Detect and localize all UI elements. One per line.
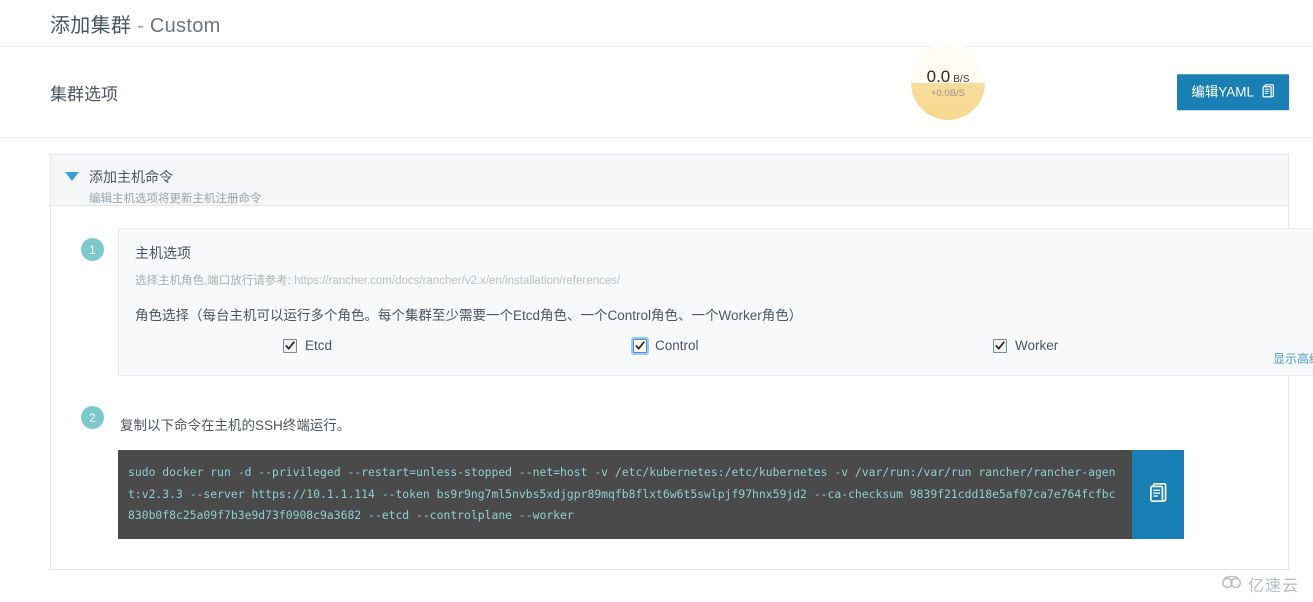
section-bar: 集群选项 编辑YAML [0, 47, 1313, 138]
step-1: 1 主机选项 选择主机角色,端口放行请参考: https://rancher.c… [81, 228, 1313, 376]
host-options-note-prefix: 选择主机角色,端口放行请参考: [135, 275, 295, 287]
accordion-body: 1 主机选项 选择主机角色,端口放行请参考: https://rancher.c… [51, 206, 1313, 569]
clipboard-icon [1262, 83, 1275, 101]
page-header: 添加集群 - Custom [0, 0, 1313, 47]
page-title-main: 添加集群 [50, 14, 132, 37]
command-instruction: 复制以下命令在主机的SSH终端运行。 [120, 418, 351, 433]
watermark: 亿速云 [1221, 572, 1299, 596]
add-host-command-accordion: 添加主机命令 编辑主机选项将更新主机注册命令 1 主机选项 选择主机角色,端口放… [50, 154, 1313, 570]
rancher-docs-link[interactable]: https://rancher.com/docs/rancher/v2.x/en… [294, 275, 620, 287]
host-options-note: 选择主机角色,端口放行请参考: https://rancher.com/docs… [135, 272, 1313, 288]
page-title: 添加集群 - Custom [50, 9, 221, 38]
step-1-badge: 1 [81, 238, 104, 261]
step-2-badge: 2 [81, 406, 104, 429]
host-options-title: 主机选项 [135, 245, 191, 261]
network-speed-widget[interactable]: 0.0 B/S +0.0B/S [911, 46, 985, 120]
checkbox-control-label: Control [655, 338, 699, 353]
checkbox-control[interactable]: Control [633, 338, 993, 353]
command-block: sudo docker run -d --privileged --restar… [118, 450, 1184, 539]
accordion-subtitle: 编辑主机选项将更新主机注册命令 [89, 193, 262, 205]
registration-command-text[interactable]: sudo docker run -d --privileged --restar… [118, 450, 1132, 539]
checkbox-worker-label: Worker [1015, 338, 1059, 353]
command-panel: 复制以下命令在主机的SSH终端运行。 sudo docker run -d --… [118, 404, 1258, 539]
speed-delta: +0.0B/S [930, 87, 966, 99]
speed-value: 0.0 [926, 66, 951, 86]
edit-yaml-button[interactable]: 编辑YAML [1177, 74, 1289, 110]
chevron-down-icon[interactable] [65, 172, 79, 181]
header-actions: 编辑YAML [1177, 74, 1289, 110]
show-advanced-options-link[interactable]: 显示高级选项 [1273, 350, 1313, 367]
checkbox-worker-box[interactable] [993, 338, 1007, 353]
accordion-title: 添加主机命令 [89, 169, 173, 185]
speed-main: 0.0 B/S [927, 68, 970, 85]
accordion-header-text: 添加主机命令 编辑主机选项将更新主机注册命令 [89, 167, 262, 206]
host-options-panel: 主机选项 选择主机角色,端口放行请参考: https://rancher.com… [118, 228, 1313, 376]
watermark-text: 亿速云 [1247, 578, 1299, 595]
page-title-variant: Custom [149, 14, 221, 37]
copy-command-button[interactable] [1132, 450, 1184, 539]
page-title-separator: - [137, 14, 145, 37]
checkbox-etcd-box[interactable] [283, 338, 297, 353]
section-title: 集群选项 [50, 84, 118, 104]
role-checkbox-group: Etcd Control Worker [135, 338, 1313, 353]
checkbox-worker[interactable]: Worker [993, 338, 1313, 353]
speed-unit: B/S [953, 73, 970, 85]
clipboard-icon [1149, 482, 1168, 506]
step-2: 2 复制以下命令在主机的SSH终端运行。 sudo docker run -d … [81, 396, 1258, 539]
cloud-icon [1221, 574, 1243, 595]
role-selection-description: 角色选择（每台主机可以运行多个角色。每个集群至少需要一个Etcd角色、一个Con… [135, 308, 803, 323]
checkbox-etcd[interactable]: Etcd [137, 338, 633, 353]
checkbox-control-box[interactable] [633, 338, 647, 353]
checkbox-etcd-label: Etcd [305, 338, 333, 353]
edit-yaml-label: 编辑YAML [1191, 84, 1254, 100]
accordion-header[interactable]: 添加主机命令 编辑主机选项将更新主机注册命令 [51, 155, 1288, 206]
